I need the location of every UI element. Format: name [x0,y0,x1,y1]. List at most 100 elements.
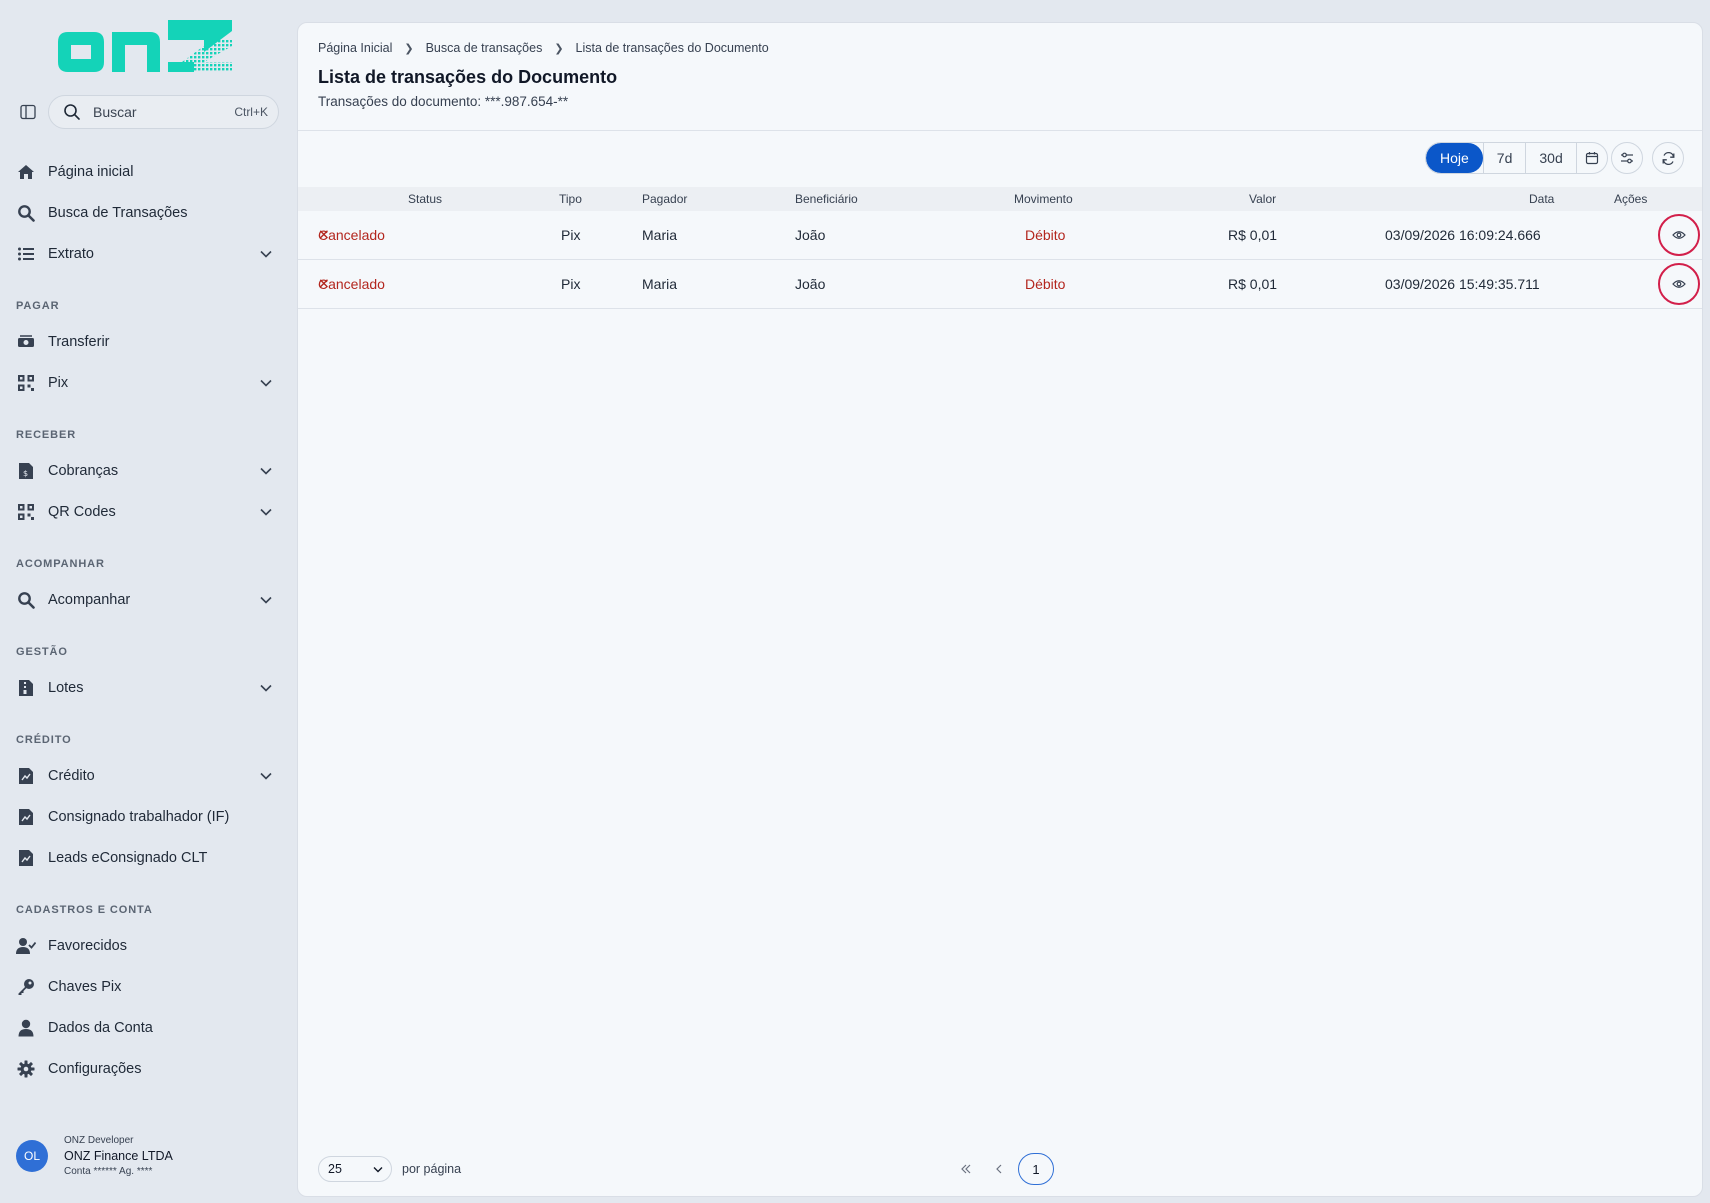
sidebar-item-dados-conta[interactable]: Dados da Conta [16,1011,281,1045]
invoice-icon: $ [16,461,36,481]
view-details-eye-icon[interactable] [1658,214,1700,256]
sidebar-item-configuracoes[interactable]: Configurações [16,1052,281,1086]
sidebar-item-transferir[interactable]: Transferir [16,325,281,359]
search-icon [16,590,36,610]
main-panel: Página Inicial ❯ Busca de transações ❯ L… [297,22,1703,1197]
first-page-icon[interactable] [957,1160,975,1178]
data-cell: 03/09/2026 16:09:24.666 [1385,227,1541,243]
search-input[interactable]: Buscar Ctrl+K [48,95,279,129]
sidebar-item-label: Crédito [48,768,95,784]
chevron-down-icon [259,593,273,607]
sidebar-item-pix[interactable]: Pix [16,366,281,400]
search-shortcut: Ctrl+K [234,105,268,119]
sidebar-item-label: Cobranças [48,463,119,479]
sidebar-item-label: Consignado trabalhador (IF) [48,809,230,825]
sidebar-item-cobrancas[interactable]: $ Cobranças [16,454,281,488]
gear-icon [16,1059,36,1079]
data-cell: 03/09/2026 15:49:35.711 [1385,276,1540,292]
file-chart-icon [16,766,36,786]
chevron-down-icon [373,1162,383,1176]
range-hoje-button[interactable]: Hoje [1426,143,1483,173]
filter-settings-icon[interactable] [1611,142,1643,174]
sidebar-item-label: Configurações [48,1061,142,1077]
sidebar-item-label: Página inicial [48,164,134,180]
column-header-movimento: Movimento [1014,192,1073,206]
sidebar-item-favorecidos[interactable]: Favorecidos [16,929,281,963]
qr-grid-icon [16,502,36,522]
column-header-beneficiario: Beneficiário [795,192,858,206]
sidebar-item-busca-transacoes[interactable]: Busca de Transações [16,196,281,230]
sidebar-item-label: Pix [48,375,69,391]
user-role: ONZ Developer [64,1135,134,1146]
list-icon [16,244,36,264]
calendar-icon[interactable] [1575,143,1607,173]
per-page-label: por página [402,1162,462,1176]
valor-cell: R$ 0,01 [1228,227,1278,243]
transactions-table: Status Tipo Pagador Beneficiário Movimen… [298,187,1702,309]
table-row[interactable]: ✕ Cancelado Pix Maria João Débito R$ 0,0… [298,211,1702,260]
sidebar-item-extrato[interactable]: Extrato [16,237,281,271]
previous-page-icon[interactable] [990,1160,1008,1178]
sidebar: Buscar Ctrl+K Página inicial Busca de Tr… [0,0,297,1203]
sidebar-item-label: Leads eConsignado CLT [48,850,208,866]
beneficiario-cell: João [795,227,826,243]
per-page-select[interactable]: 25 [318,1156,392,1182]
sidebar-item-label: Busca de Transações [48,205,188,221]
tipo-cell: Pix [561,276,581,292]
chevron-down-icon [259,376,273,390]
user-account-card[interactable]: OL ONZ Developer ONZ Finance LTDA Conta … [16,1128,281,1184]
section-label-gestao: GESTÃO [16,646,68,658]
onz-logo[interactable] [54,20,236,76]
sidebar-item-credito[interactable]: Crédito [16,759,281,793]
user-company: ONZ Finance LTDA [64,1149,173,1163]
sidebar-item-label: Chaves Pix [48,979,122,995]
user-icon [16,1018,36,1038]
sidebar-item-leads-econsignado[interactable]: Leads eConsignado CLT [16,841,281,875]
range-30d-button[interactable]: 30d [1525,143,1575,173]
column-header-valor: Valor [1249,192,1277,206]
key-icon [16,977,36,997]
chevron-down-icon [259,769,273,783]
sidebar-item-label: Acompanhar [48,592,131,608]
sidebar-item-qr-codes[interactable]: QR Codes [16,495,281,529]
column-header-tipo: Tipo [559,192,582,206]
money-transfer-icon [16,332,36,352]
column-header-acoes: Ações [1614,192,1648,206]
sidebar-item-label: Favorecidos [48,938,127,954]
breadcrumb-item-home[interactable]: Página Inicial [318,41,392,55]
breadcrumb: Página Inicial ❯ Busca de transações ❯ L… [318,41,769,55]
section-label-credito: CRÉDITO [16,734,72,746]
breadcrumb-item-current: Lista de transações do Documento [575,41,769,55]
svg-text:$: $ [23,469,28,478]
sidebar-item-lotes[interactable]: Lotes [16,671,281,705]
range-7d-button[interactable]: 7d [1482,143,1526,173]
refresh-icon[interactable] [1652,142,1684,174]
valor-cell: R$ 0,01 [1228,276,1278,292]
file-chart-icon [16,848,36,868]
sidebar-item-pagina-inicial[interactable]: Página inicial [16,155,281,189]
column-header-data: Data [1529,192,1555,206]
search-placeholder: Buscar [93,104,137,120]
sidebar-item-chaves-pix[interactable]: Chaves Pix [16,970,281,1004]
section-label-pagar: PAGAR [16,300,60,312]
sidebar-toggle-icon[interactable] [18,102,38,122]
home-icon [16,162,36,182]
status-text: Cancelado [318,227,385,243]
column-header-status: Status [408,192,443,206]
view-details-eye-icon[interactable] [1658,263,1700,305]
table-row[interactable]: ✕ Cancelado Pix Maria João Débito R$ 0,0… [298,260,1702,309]
avatar: OL [16,1140,48,1172]
column-header-pagador: Pagador [642,192,688,206]
sidebar-item-acompanhar[interactable]: Acompanhar [16,583,281,617]
sidebar-item-consignado-trabalhador[interactable]: Consignado trabalhador (IF) [16,800,281,834]
page-number-button[interactable]: 1 [1018,1153,1054,1185]
breadcrumb-item-busca[interactable]: Busca de transações [426,41,543,55]
section-label-receber: RECEBER [16,429,77,441]
user-account: Conta ****** Ag. **** [64,1166,153,1177]
user-check-icon [16,936,36,956]
qr-grid-icon [16,373,36,393]
chevron-down-icon [259,464,273,478]
beneficiario-cell: João [795,276,826,292]
movimento-cell: Débito [1025,227,1066,243]
page-title: Lista de transações do Documento [318,67,618,87]
